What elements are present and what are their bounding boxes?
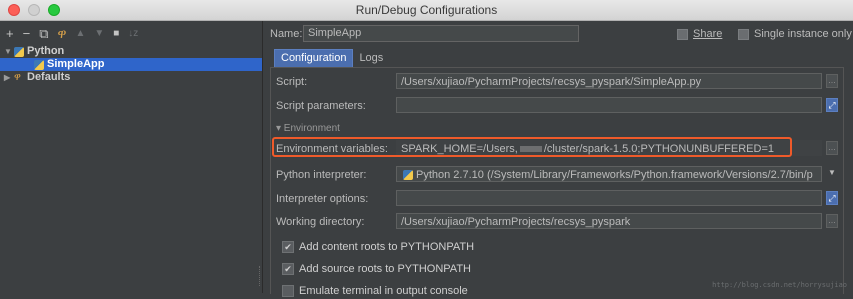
tree-item-simpleapp[interactable]: SimpleApp bbox=[0, 58, 262, 71]
browse-button[interactable]: … bbox=[826, 74, 838, 88]
env-vars-field[interactable]: SPARK_HOME=/Users, /cluster/spark-1.5.0;P… bbox=[396, 140, 822, 156]
chevron-down-icon[interactable]: ▼ bbox=[826, 167, 838, 181]
editor-tabs: Configuration Logs bbox=[274, 49, 389, 67]
browse-button[interactable]: … bbox=[826, 214, 838, 228]
add-source-roots-option[interactable]: ✔ Add source roots to PYTHONPATH bbox=[282, 261, 471, 277]
interpreter-options-row: Interpreter options: ⤢ bbox=[276, 190, 841, 208]
tree-item-label: SimpleApp bbox=[47, 58, 105, 70]
tab-configuration[interactable]: Configuration bbox=[274, 49, 354, 67]
remove-icon[interactable]: − bbox=[23, 25, 31, 43]
configuration-tree: ▼ Python SimpleApp ▶ ዋ Defaults bbox=[0, 45, 262, 84]
redacted-text bbox=[519, 146, 542, 153]
env-vars-prefix: SPARK_HOME=/Users, bbox=[401, 143, 518, 155]
tree-item-python[interactable]: ▼ Python bbox=[0, 45, 262, 58]
move-down-icon[interactable]: ▼ bbox=[94, 25, 104, 43]
environment-header[interactable]: ▾ Environment bbox=[276, 123, 340, 134]
interpreter-label: Python interpreter: bbox=[276, 169, 367, 181]
tree-item-label: Python bbox=[27, 45, 65, 57]
checkbox-checked[interactable]: ✔ bbox=[282, 263, 294, 276]
sort-icon[interactable]: ↓z bbox=[128, 25, 138, 43]
script-row: Script: /Users/xujiao/PycharmProjects/re… bbox=[276, 73, 841, 91]
window-title: Run/Debug Configurations bbox=[355, 3, 498, 17]
configuration-editor: Name: SimpleApp Share Single instance on… bbox=[263, 21, 853, 298]
unused-spacer bbox=[276, 122, 841, 140]
copy-icon[interactable]: ⧉ bbox=[39, 25, 48, 43]
interpreter-select[interactable]: Python 2.7.10 (/System/Library/Framework… bbox=[396, 166, 822, 182]
configurations-sidebar: + − ⧉ ዋ ▲ ▼ ■ ↓z ▼ Python SimpleApp ▶ ዋ … bbox=[0, 21, 263, 293]
chevron-down-icon[interactable]: ▼ bbox=[4, 45, 14, 58]
sidebar-toolbar: + − ⧉ ዋ ▲ ▼ ■ ↓z bbox=[6, 25, 138, 43]
title-bar: Run/Debug Configurations bbox=[0, 0, 853, 21]
interpreter-options-label: Interpreter options: bbox=[276, 193, 369, 205]
script-label: Script: bbox=[276, 76, 308, 88]
defaults-icon: ዋ bbox=[14, 72, 21, 83]
python-icon bbox=[403, 170, 413, 181]
checkbox-checked[interactable]: ✔ bbox=[282, 241, 294, 254]
add-source-roots-label: Add source roots to PYTHONPATH bbox=[299, 263, 471, 275]
script-params-field[interactable] bbox=[396, 97, 822, 113]
python-icon bbox=[34, 59, 44, 70]
add-content-roots-label: Add content roots to PYTHONPATH bbox=[299, 241, 475, 253]
tab-logs[interactable]: Logs bbox=[353, 49, 389, 67]
env-vars-row: Environment variables: SPARK_HOME=/Users… bbox=[276, 140, 841, 158]
single-instance-checkbox[interactable]: Single instance only bbox=[738, 28, 852, 40]
configuration-panel: Script: /Users/xujiao/PycharmProjects/re… bbox=[270, 67, 844, 298]
working-dir-field[interactable]: /Users/xujiao/PycharmProjects/recsys_pys… bbox=[396, 213, 822, 229]
name-input[interactable]: SimpleApp bbox=[303, 25, 579, 42]
add-content-roots-option[interactable]: ✔ Add content roots to PYTHONPATH bbox=[282, 239, 474, 255]
script-params-label: Script parameters: bbox=[276, 100, 366, 112]
script-params-row: Script parameters: ⤢ bbox=[276, 97, 841, 115]
checkbox-box[interactable] bbox=[677, 28, 688, 40]
working-dir-label: Working directory: bbox=[276, 216, 365, 228]
python-icon bbox=[14, 46, 24, 57]
name-label: Name: bbox=[270, 28, 303, 40]
watermark: http://blog.csdn.net/horrysujiao bbox=[712, 281, 847, 289]
folder-icon[interactable]: ■ bbox=[113, 25, 119, 43]
working-dir-row: Working directory: /Users/xujiao/Pycharm… bbox=[276, 213, 841, 231]
single-instance-label: Single instance only bbox=[754, 28, 852, 40]
env-vars-suffix: /cluster/spark-1.5.0;PYTHONUNBUFFERED=1 bbox=[543, 143, 774, 155]
share-checkbox[interactable]: Share bbox=[677, 28, 722, 40]
add-icon[interactable]: + bbox=[6, 25, 14, 43]
script-field[interactable]: /Users/xujiao/PycharmProjects/recsys_pys… bbox=[396, 73, 822, 89]
env-vars-label: Environment variables: bbox=[276, 143, 388, 155]
chevron-right-icon[interactable]: ▶ bbox=[4, 71, 14, 84]
expand-icon[interactable]: ⤢ bbox=[826, 191, 838, 205]
move-up-icon[interactable]: ▲ bbox=[75, 25, 85, 43]
tree-item-label: Defaults bbox=[27, 71, 71, 83]
emulate-terminal-option[interactable]: Emulate terminal in output console bbox=[282, 283, 468, 299]
checkbox-box[interactable] bbox=[282, 285, 294, 298]
edit-env-button[interactable]: … bbox=[826, 141, 838, 155]
tree-item-defaults[interactable]: ▶ ዋ Defaults bbox=[0, 71, 262, 84]
interpreter-options-field[interactable] bbox=[396, 190, 822, 206]
edit-defaults-icon[interactable]: ዋ bbox=[57, 25, 66, 43]
checkbox-box[interactable] bbox=[738, 28, 749, 40]
interpreter-value: Python 2.7.10 (/System/Library/Framework… bbox=[416, 169, 813, 181]
expand-icon[interactable]: ⤢ bbox=[826, 98, 838, 112]
share-label: Share bbox=[693, 28, 723, 40]
emulate-terminal-label: Emulate terminal in output console bbox=[299, 285, 468, 297]
interpreter-row: Python interpreter: Python 2.7.10 (/Syst… bbox=[276, 166, 841, 184]
